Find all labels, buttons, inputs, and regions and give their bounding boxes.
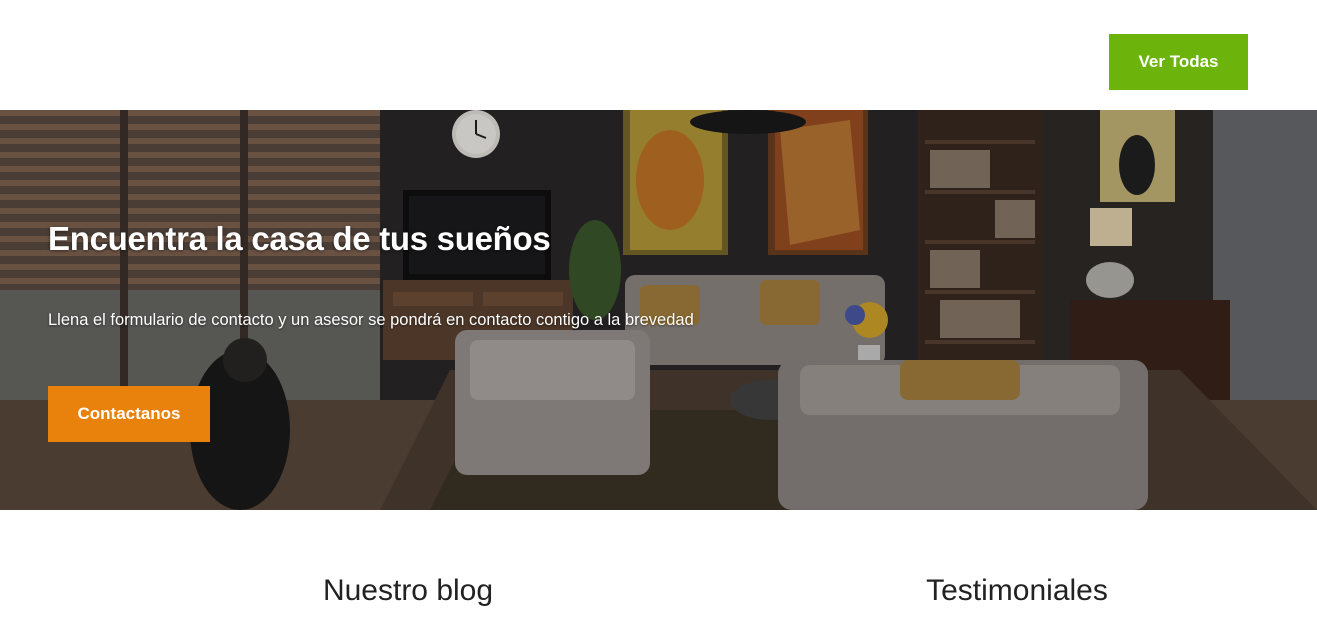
testimonials-heading: Testimoniales xyxy=(926,574,1108,607)
hero-subtitle: Llena el formulario de contacto y un ase… xyxy=(48,311,694,329)
hero-overlay xyxy=(0,110,1317,510)
page: Ver Todas Encuentra la casa de tus sueño… xyxy=(0,0,1317,633)
contact-button[interactable]: Contactanos xyxy=(48,386,210,442)
hero-title: Encuentra la casa de tus sueños xyxy=(48,220,551,257)
view-all-button[interactable]: Ver Todas xyxy=(1109,34,1248,90)
blog-heading: Nuestro blog xyxy=(322,574,494,607)
hero-banner: Encuentra la casa de tus sueños Llena el… xyxy=(0,110,1317,510)
top-bar: Ver Todas xyxy=(0,0,1317,110)
